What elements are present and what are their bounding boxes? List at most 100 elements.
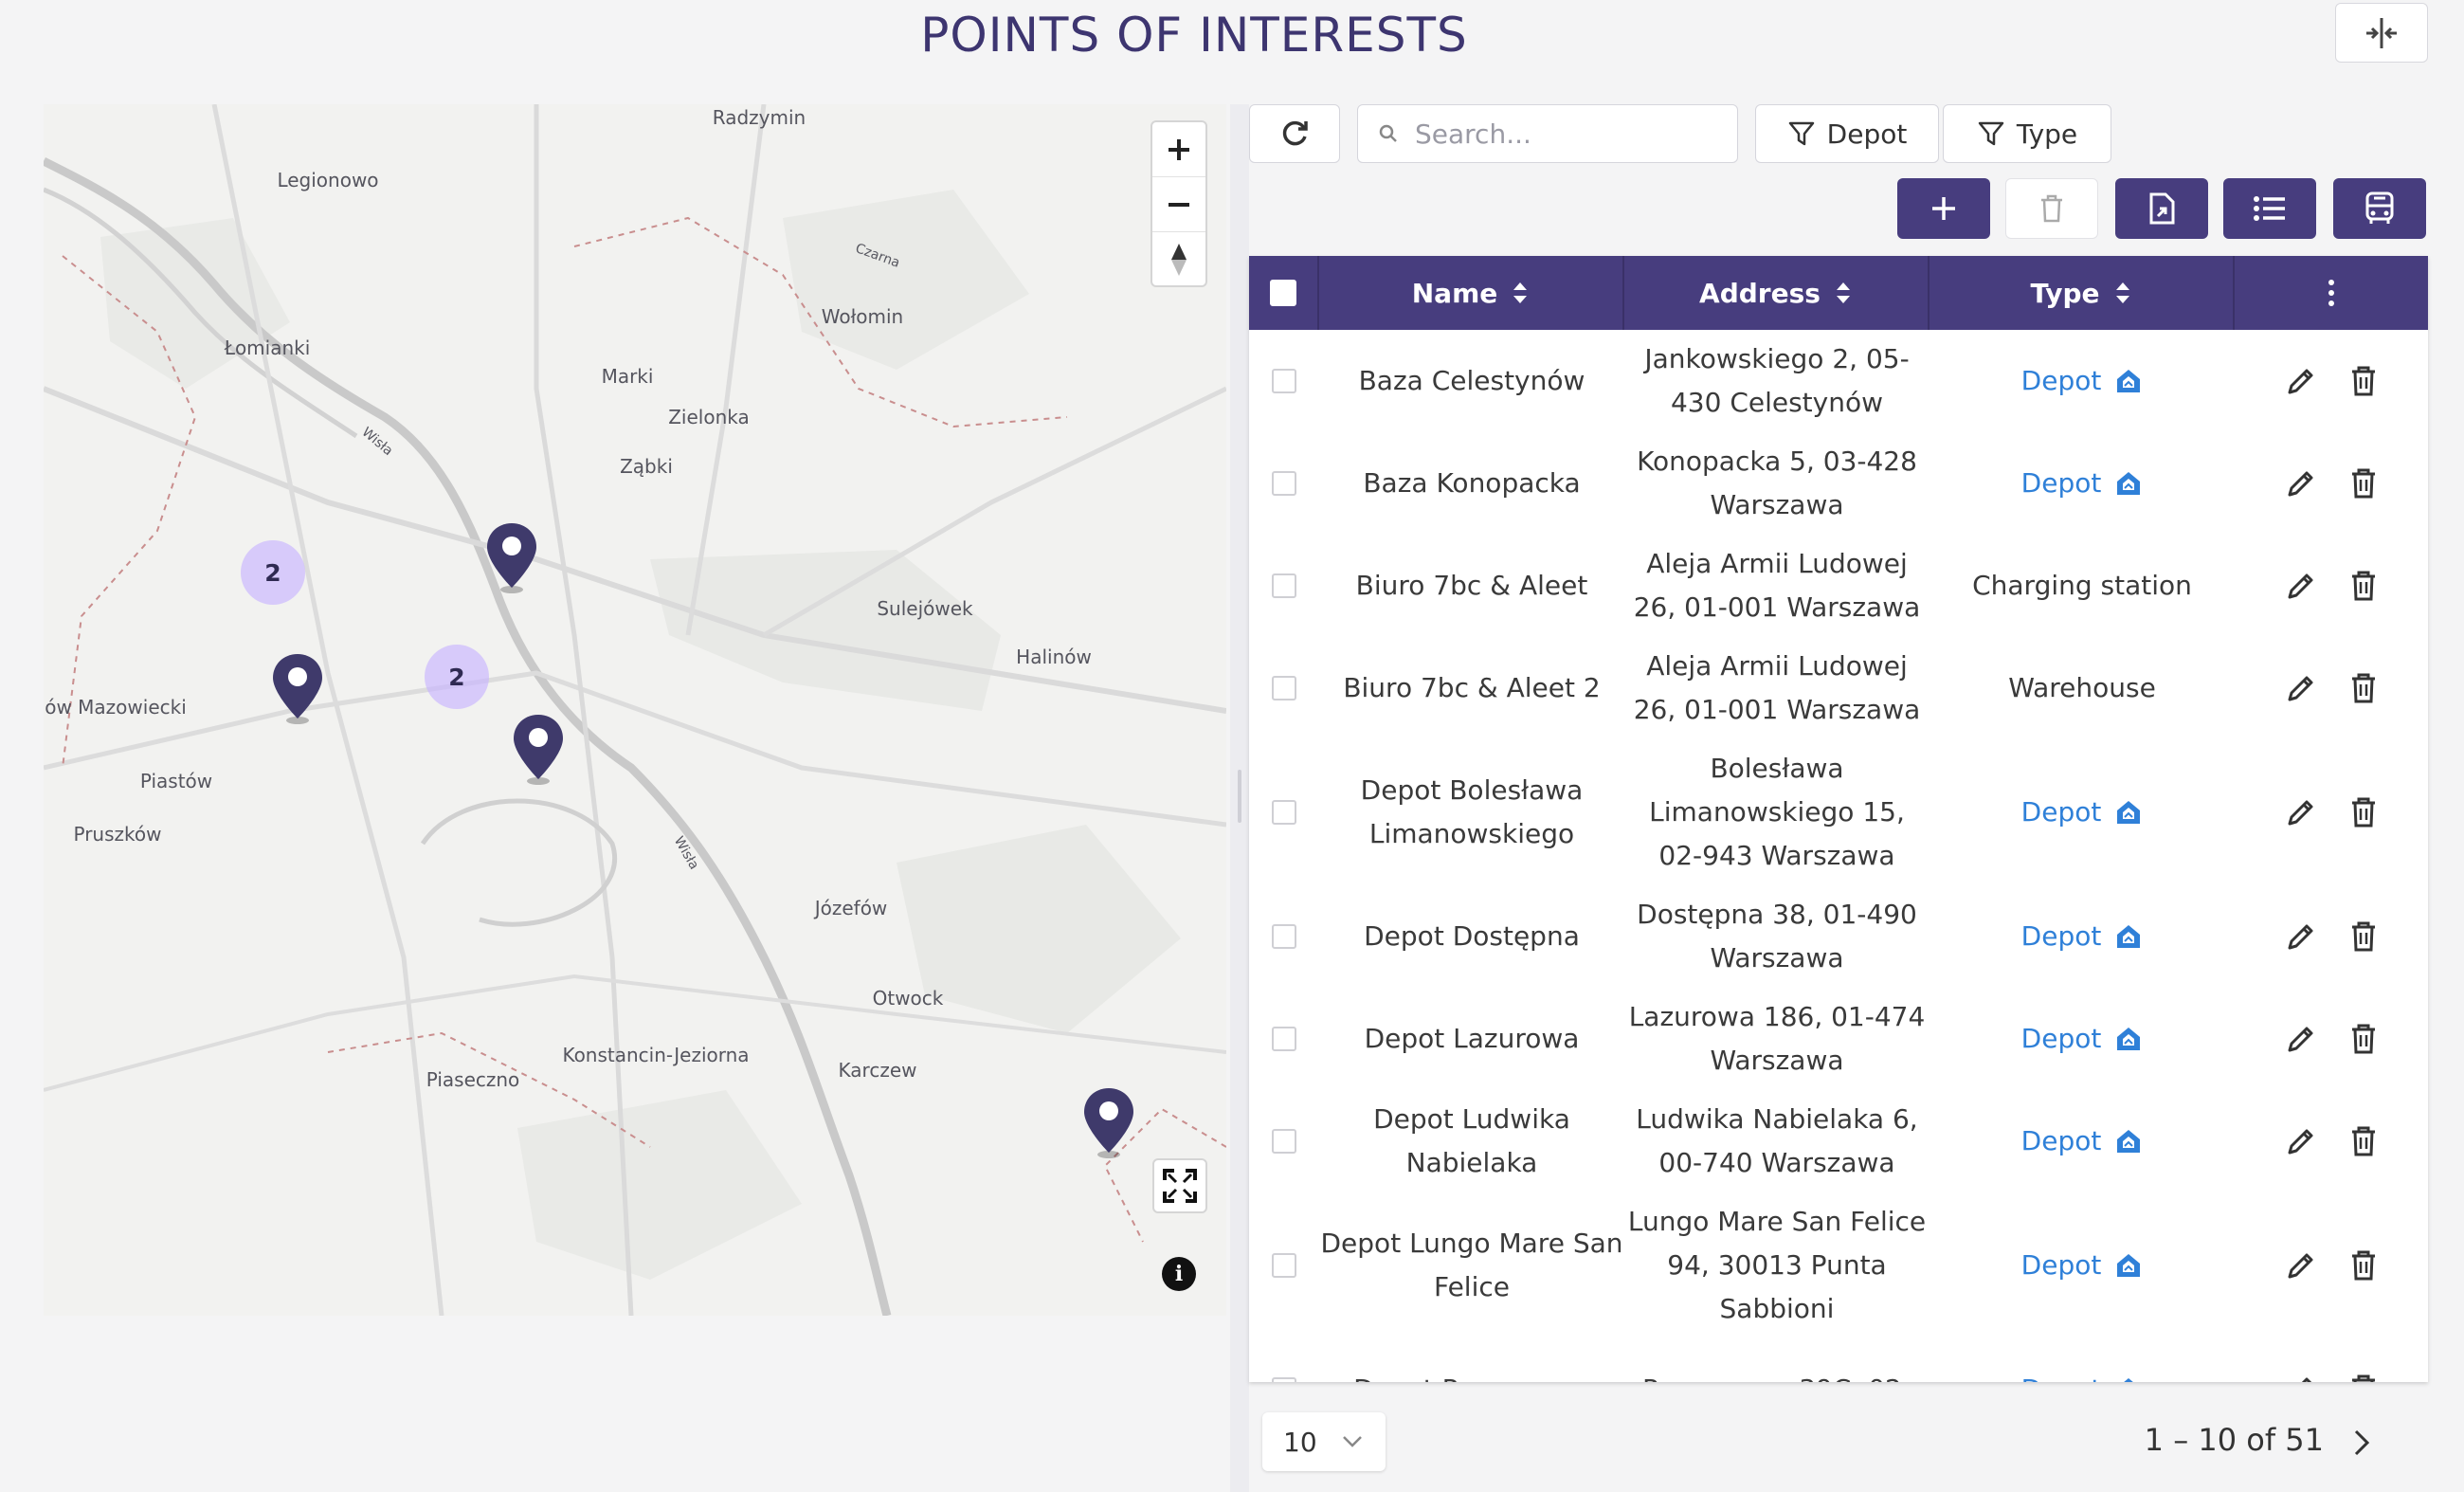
table-row[interactable]: Depot Ludwika Nabielaka Ludwika Nabielaka… <box>1249 1090 2428 1192</box>
map-pin-icon[interactable] <box>269 650 326 726</box>
delete-button[interactable] <box>2349 796 2378 828</box>
vehicles-button[interactable] <box>2333 178 2426 239</box>
row-checkbox[interactable] <box>1272 676 1296 701</box>
delete-button[interactable] <box>2349 1249 2378 1282</box>
delete-selected-button[interactable] <box>2005 178 2098 239</box>
delete-button[interactable] <box>2349 1374 2378 1382</box>
column-header-label: Name <box>1411 277 1498 309</box>
pencil-icon <box>2288 676 2313 701</box>
type-cell[interactable]: Depot <box>1930 915 2235 958</box>
map-attribution-info-button[interactable]: i <box>1162 1257 1196 1291</box>
trash-icon <box>2352 1024 2375 1054</box>
table-row[interactable]: Biuro 7bc & Aleet Aleja Armii Ludowej 26,… <box>1249 535 2428 637</box>
refresh-button[interactable] <box>1249 104 1340 163</box>
type-label: Depot <box>2021 1368 2102 1382</box>
name-label: Depot Parowcowa <box>1353 1368 1590 1382</box>
type-label: Depot <box>2020 467 2102 499</box>
row-checkbox[interactable] <box>1272 924 1296 949</box>
table-row[interactable]: Baza Celestynów Jankowskiego 2, 05-430 Ce… <box>1249 330 2428 432</box>
map-view[interactable]: Radzymin Legionowo Łomianki Wołomin Mark… <box>44 104 1226 1316</box>
edit-button[interactable] <box>2285 920 2317 953</box>
table-row[interactable]: Depot Lazurowa Lazurowa 186, 01-474 Warsz… <box>1249 988 2428 1090</box>
column-header-name[interactable]: Name <box>1319 256 1624 330</box>
row-checkbox[interactable] <box>1272 471 1296 496</box>
trash-icon <box>2352 1126 2375 1156</box>
table-row[interactable]: Biuro 7bc & Aleet 2 Aleja Armii Ludowej 2… <box>1249 637 2428 739</box>
type-cell[interactable]: Depot <box>1930 1244 2235 1287</box>
type-cell[interactable]: Depot <box>1930 462 2235 505</box>
delete-button[interactable] <box>2349 570 2378 602</box>
map-pin-icon[interactable] <box>483 519 540 595</box>
list-view-button[interactable] <box>2223 178 2316 239</box>
delete-button[interactable] <box>2349 365 2378 397</box>
table-row[interactable]: Depot Dostępna Dostępna 38, 01-490 Warsza… <box>1249 885 2428 988</box>
fullscreen-button[interactable] <box>1152 1158 1207 1213</box>
select-all-checkbox[interactable] <box>1270 280 1296 306</box>
map-pin-icon[interactable] <box>1080 1084 1137 1160</box>
filter-depot-button[interactable]: Depot <box>1755 104 1939 163</box>
edit-button[interactable] <box>2285 672 2317 704</box>
filter-type-button[interactable]: Type <box>1943 104 2111 163</box>
zoom-out-button[interactable] <box>1152 177 1205 232</box>
address-cell: Bolesława Limanowskiego 15, 02-943 Warsz… <box>1624 747 1930 878</box>
pencil-icon <box>2301 1377 2312 1382</box>
table-row[interactable]: Depot Parowcowa Parowcowa 39C, 02- Depot <box>1249 1338 2428 1382</box>
row-checkbox[interactable] <box>1272 369 1296 393</box>
page-size-select[interactable]: 10 <box>1262 1412 1386 1471</box>
table-row[interactable]: Baza Konopacka Konopacka 5, 03-428 Warsza… <box>1249 432 2428 535</box>
column-header-type[interactable]: Type <box>1930 256 2235 330</box>
row-checkbox[interactable] <box>1272 573 1296 598</box>
delete-button[interactable] <box>2349 467 2378 500</box>
pencil-icon <box>2288 1129 2313 1155</box>
row-select-cell <box>1249 1027 1319 1051</box>
edit-button[interactable] <box>2285 365 2317 397</box>
minus-icon <box>1169 202 1189 207</box>
next-page-button[interactable] <box>2345 1424 2379 1462</box>
map-cluster-marker[interactable]: 2 <box>241 540 305 605</box>
delete-button[interactable] <box>2349 1023 2378 1055</box>
type-cell: Charging station <box>1930 564 2235 608</box>
address-label: Aleja Armii Ludowej 26, 01-001 Warszawa <box>1633 548 1921 623</box>
column-header-address[interactable]: Address <box>1624 256 1930 330</box>
edit-button[interactable] <box>2285 796 2317 828</box>
compass-icon <box>1171 244 1187 276</box>
table-row[interactable]: Depot Bolesława Limanowskiego Bolesława L… <box>1249 739 2428 885</box>
column-options-button[interactable] <box>2235 256 2428 330</box>
name-label: Depot Ludwika Nabielaka <box>1373 1103 1570 1178</box>
row-checkbox[interactable] <box>1272 1129 1296 1154</box>
delete-button[interactable] <box>2349 1125 2378 1157</box>
type-cell[interactable]: Depot <box>1930 1368 2235 1382</box>
edit-button[interactable] <box>2285 570 2317 602</box>
export-button[interactable] <box>2115 178 2208 239</box>
reset-bearing-button[interactable] <box>1152 232 1205 287</box>
search-input[interactable] <box>1415 118 1718 150</box>
map-label-konstancin: Konstancin-Jeziorna <box>562 1044 750 1066</box>
type-cell[interactable]: Depot <box>1930 791 2235 834</box>
edit-button[interactable] <box>2285 1249 2317 1282</box>
panel-resize-handle[interactable] <box>1238 770 1241 823</box>
map-label-legionowo: Legionowo <box>277 169 379 191</box>
type-cell[interactable]: Depot <box>1930 359 2235 403</box>
delete-button[interactable] <box>2349 672 2378 704</box>
fullscreen-icon <box>1163 1169 1197 1203</box>
edit-button[interactable] <box>2285 1023 2317 1055</box>
row-checkbox[interactable] <box>1272 1377 1296 1382</box>
name-label: Baza Celestynów <box>1358 365 1585 396</box>
row-checkbox[interactable] <box>1272 800 1296 825</box>
row-checkbox[interactable] <box>1272 1253 1296 1278</box>
add-poi-button[interactable] <box>1897 178 1990 239</box>
type-cell[interactable]: Depot <box>1930 1017 2235 1061</box>
map-pin-icon[interactable] <box>510 711 567 787</box>
edit-button[interactable] <box>2285 1125 2317 1157</box>
zoom-in-button[interactable] <box>1152 122 1205 177</box>
split-view-toggle-button[interactable] <box>2335 3 2428 63</box>
name-label: Depot Lazurowa <box>1364 1023 1580 1054</box>
name-label: Depot Dostępna <box>1364 920 1580 952</box>
row-checkbox[interactable] <box>1272 1027 1296 1051</box>
map-cluster-marker[interactable]: 2 <box>425 645 489 709</box>
edit-button[interactable] <box>2285 1374 2317 1382</box>
type-cell[interactable]: Depot <box>1930 1119 2235 1163</box>
edit-button[interactable] <box>2285 467 2317 500</box>
table-row[interactable]: Depot Lungo Mare San Felice Lungo Mare Sa… <box>1249 1192 2428 1338</box>
delete-button[interactable] <box>2349 920 2378 953</box>
